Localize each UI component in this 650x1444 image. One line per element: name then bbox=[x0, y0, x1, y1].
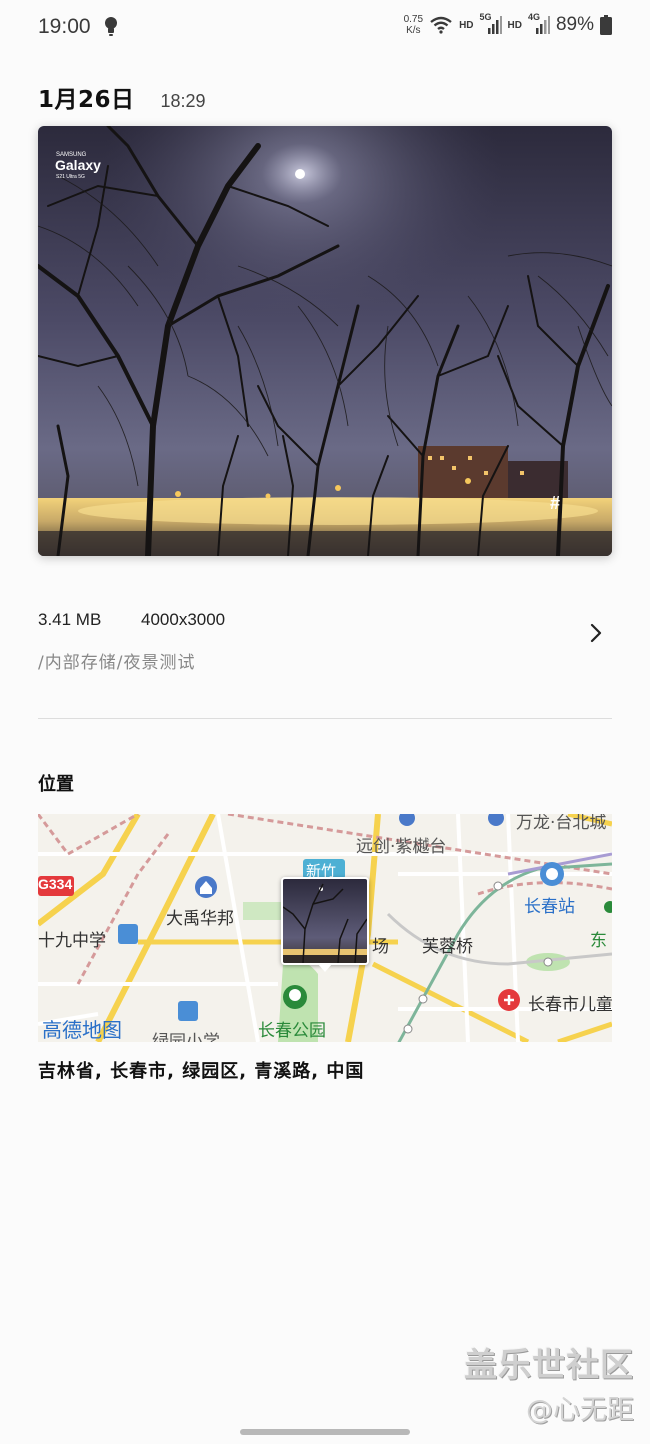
map-label-shijiu: 十九中学 bbox=[38, 931, 106, 951]
map-label-dayu: 大禹华邦 bbox=[166, 909, 234, 929]
hashtag-icon[interactable]: # bbox=[550, 493, 560, 513]
map-label-children: 长春市儿童 bbox=[528, 995, 612, 1015]
map-photo-marker[interactable] bbox=[281, 877, 369, 965]
network-speed-unit: K/s bbox=[406, 25, 421, 36]
night-scene-image: SAMSUNG Galaxy S21 Ultra 5G # bbox=[38, 126, 612, 556]
map-label-wanlong: 万龙·台北城 bbox=[516, 814, 607, 833]
file-path: /内部存储/夜景测试 bbox=[38, 653, 196, 673]
map-label-dong: 东 bbox=[590, 931, 607, 951]
home-indicator[interactable] bbox=[240, 1429, 410, 1435]
author-watermark: @心无距 bbox=[526, 1395, 634, 1426]
map-label-changchun-park: 长春公园 bbox=[258, 1021, 326, 1041]
signal-2: 4G bbox=[528, 12, 550, 36]
community-watermark: 盖乐世社区 bbox=[464, 1345, 634, 1384]
photo-date: 1月26日 bbox=[38, 87, 135, 113]
network-speed: 0.75 K/s bbox=[404, 14, 423, 36]
date-header: 1月26日 18:29 bbox=[38, 80, 206, 114]
file-details[interactable]: 3.41 MB 4000x3000 /内部存储/夜景测试 bbox=[38, 606, 612, 673]
hd-label-2: HD bbox=[507, 19, 522, 31]
network-speed-value: 0.75 bbox=[403, 14, 424, 25]
map-label-g334: G334 bbox=[38, 876, 73, 892]
photo-time: 18:29 bbox=[160, 91, 206, 111]
status-bar: 19:00 0.75 K/s HD 5G HD 4G 89% bbox=[0, 0, 650, 56]
map-label-chang: 场 bbox=[372, 937, 389, 957]
battery-percent: 89% bbox=[555, 14, 594, 35]
brand-model: Galaxy bbox=[55, 157, 101, 173]
location-map[interactable]: 远创·紫樾台 万龙·台北城 G334 新竹 长春站 大禹华邦 十九中学 场 芙蓉… bbox=[38, 814, 612, 1042]
map-label-furong: 芙蓉桥 bbox=[422, 937, 473, 957]
location-title: 位置 bbox=[38, 774, 74, 795]
resolution: 4000x3000 bbox=[141, 610, 226, 629]
marker-pointer-icon bbox=[318, 964, 332, 972]
map-label-yuanchuang: 远创·紫樾台 bbox=[356, 837, 447, 857]
status-indicators: 0.75 K/s HD 5G HD 4G 89% bbox=[404, 12, 612, 36]
brand-sub: S21 Ultra 5G bbox=[56, 174, 85, 180]
location-address: 吉林省, 长春市, 绿园区, 青溪路, 中国 bbox=[38, 1061, 365, 1082]
signal-1: 5G bbox=[480, 12, 502, 36]
battery-icon bbox=[600, 15, 612, 35]
wifi-icon bbox=[430, 16, 452, 34]
chevron-right-icon[interactable] bbox=[588, 622, 604, 644]
photo-preview[interactable]: SAMSUNG Galaxy S21 Ultra 5G # bbox=[38, 126, 612, 556]
map-label-lvyuan: 绿园小学 bbox=[152, 1032, 220, 1042]
amap-logo: 高德地图 bbox=[42, 1018, 122, 1042]
hd-label-1: HD bbox=[459, 19, 474, 31]
signal-bars-icon bbox=[487, 16, 502, 34]
divider bbox=[38, 718, 612, 719]
status-time: 19:00 bbox=[38, 15, 91, 38]
photo-thumbnail bbox=[283, 879, 367, 963]
bulb-icon bbox=[105, 17, 117, 36]
file-size: 3.41 MB bbox=[38, 610, 102, 629]
signal-bars-icon bbox=[535, 16, 550, 34]
map-label-changchun-station: 长春站 bbox=[524, 897, 575, 917]
